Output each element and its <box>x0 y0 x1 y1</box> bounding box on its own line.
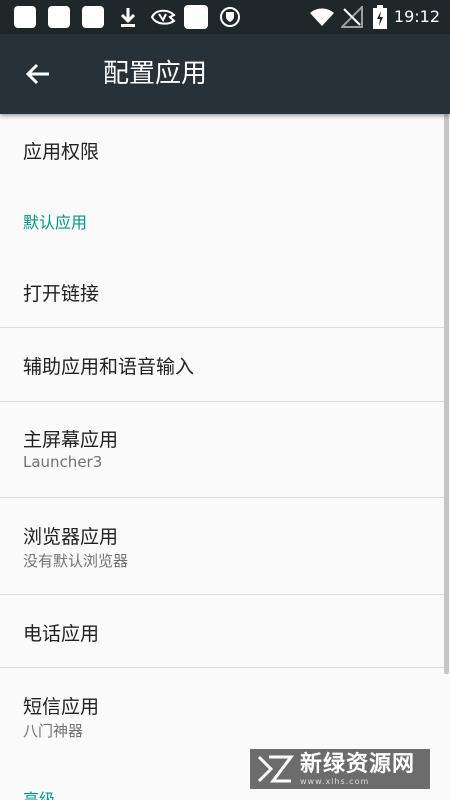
shield-icon <box>218 4 242 30</box>
pref-phone-app[interactable]: 电话应用 <box>0 595 445 667</box>
wifi-icon <box>308 4 336 30</box>
watermark-logo-icon <box>250 749 300 789</box>
pref-summary: 八门神器 <box>23 722 84 740</box>
arrow-back-icon <box>25 63 49 85</box>
pref-title: 打开链接 <box>23 283 100 305</box>
pref-summary: 没有默认浏览器 <box>23 552 129 570</box>
pref-title: 辅助应用和语音输入 <box>23 356 195 378</box>
pref-title: 应用权限 <box>23 141 100 163</box>
category-advanced: 高级 <box>23 790 56 800</box>
notification-square-icon <box>14 6 36 28</box>
watermark-text-group: 新绿资源网 www.xlhs.com <box>300 751 416 786</box>
no-signal-icon <box>340 4 364 30</box>
battery-charging-icon <box>371 4 389 30</box>
back-button[interactable] <box>16 54 60 94</box>
pref-assist-voice-input[interactable]: 辅助应用和语音输入 <box>0 328 445 401</box>
category-default-apps: 默认应用 <box>23 213 88 232</box>
preferences-list: 应用权限 默认应用 打开链接 辅助应用和语音输入 主屏幕应用 Launcher3… <box>0 114 450 800</box>
pref-app-permissions[interactable]: 应用权限 <box>0 114 445 188</box>
pref-open-links[interactable]: 打开链接 <box>0 254 445 327</box>
status-bar: 19:12 <box>0 0 450 34</box>
pref-title: 电话应用 <box>23 623 100 645</box>
pref-title: 短信应用 <box>23 696 100 718</box>
watermark-url: www.xlhs.com <box>300 776 370 786</box>
app-notification-icon <box>150 4 176 30</box>
page-title: 配置应用 <box>103 59 208 89</box>
watermark: 新绿资源网 www.xlhs.com <box>250 749 430 789</box>
pref-browser-app[interactable]: 浏览器应用 没有默认浏览器 <box>0 498 445 594</box>
notification-square-icon <box>82 6 104 28</box>
status-time: 19:12 <box>393 7 440 26</box>
scrollbar[interactable] <box>444 114 449 674</box>
pref-title: 主屏幕应用 <box>23 429 119 451</box>
download-icon <box>117 4 139 30</box>
notification-square-icon <box>48 6 70 28</box>
pref-home-app[interactable]: 主屏幕应用 Launcher3 <box>0 402 445 497</box>
pref-title: 浏览器应用 <box>23 526 119 548</box>
pref-summary: Launcher3 <box>23 453 103 471</box>
toolbar: 配置应用 <box>0 34 450 114</box>
notification-square-icon <box>184 5 208 29</box>
watermark-text: 新绿资源网 <box>300 751 416 777</box>
